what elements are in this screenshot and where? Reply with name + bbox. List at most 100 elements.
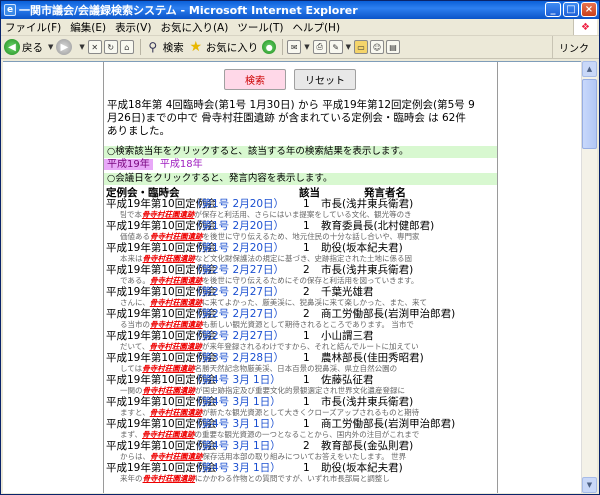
snippet-after: 名勝天然記念物厳美渓、日本百景の猊鼻渓、県立自然公園の bbox=[194, 364, 398, 373]
hit-count: 1 bbox=[303, 352, 310, 364]
speaker-name: 市長(浅井東兵衛君) bbox=[321, 264, 414, 276]
home-icon[interactable]: ⌂ bbox=[119, 40, 134, 54]
meeting-date-link[interactable]: （第4号 3月 1日） bbox=[191, 418, 281, 430]
hit-count: 2 bbox=[303, 440, 310, 452]
snippet-after: を後世に守り伝えるためにその保存と利活用を図っていきます。 bbox=[202, 276, 419, 285]
result-snippet: 来年の骨寺村荘園遺跡にかかわる作物との質問ですが、いずれ市長部局と調整し bbox=[106, 474, 496, 484]
menu-edit[interactable]: 編集(E) bbox=[70, 20, 106, 35]
hit-count: 1 bbox=[303, 220, 310, 232]
meeting-date-link[interactable]: （第3号 2月28日） bbox=[191, 352, 284, 364]
meeting-date-link[interactable]: （第4号 3月 1日） bbox=[191, 374, 281, 386]
snippet-after: が来年登録されるわけですから、それと結んでルートに加えてい bbox=[201, 342, 419, 351]
speaker-name: 商工労働部長(岩渕甲治郎君) bbox=[321, 308, 456, 320]
year-link-h19[interactable]: 平成19年 bbox=[104, 159, 153, 170]
folder-icon[interactable]: ▭ bbox=[354, 40, 369, 54]
refresh-icon[interactable]: ↻ bbox=[103, 40, 118, 54]
media-icon[interactable]: ● bbox=[262, 40, 277, 54]
hit-count: 2 bbox=[303, 264, 310, 276]
back-arrow-icon: ◀ bbox=[4, 39, 20, 55]
speaker-name: 市長(浅井東兵衛君) bbox=[321, 198, 414, 210]
speaker-name: 市長(浅井東兵衛君) bbox=[321, 396, 414, 408]
hit-count: 1 bbox=[303, 330, 310, 342]
snippet-before: さんに、 bbox=[120, 298, 150, 307]
meeting-date-link[interactable]: （第4号 3月 1日） bbox=[191, 462, 281, 474]
snippet-after: が新たな観光資源として大きくクローズアップされるものと期待 bbox=[202, 408, 420, 417]
snippet-before: 本来は bbox=[120, 254, 143, 263]
mail-icon[interactable]: ✉ bbox=[287, 40, 302, 54]
scroll-down-icon[interactable]: ▼ bbox=[582, 477, 597, 493]
hit-count: 1 bbox=[303, 418, 310, 430]
research-icon[interactable]: ▤ bbox=[386, 40, 401, 54]
meeting-date-link[interactable]: （第4号 3月 1日） bbox=[191, 440, 281, 452]
snippet-keyword: 骨寺村荘園遺跡 bbox=[149, 342, 202, 351]
meeting-date-link[interactable]: （第2号 2月27日） bbox=[191, 286, 284, 298]
minimize-button[interactable]: _ bbox=[545, 2, 561, 17]
mail-dropdown-icon[interactable]: ▼ bbox=[304, 43, 309, 51]
meeting-date-link[interactable]: （第4号 3月 1日） bbox=[191, 396, 281, 408]
meeting-date-link[interactable]: （第2号 2月27日） bbox=[191, 264, 284, 276]
stop-icon[interactable]: ✕ bbox=[87, 40, 102, 54]
window-controls: _ □ × bbox=[545, 2, 597, 17]
vertical-scrollbar[interactable]: ▲ ▼ bbox=[581, 61, 597, 493]
meeting-date-link[interactable]: （第1号 2月20日） bbox=[191, 242, 284, 254]
edit-dropdown-icon[interactable]: ▼ bbox=[346, 43, 351, 51]
search-submit-button[interactable]: 検索 bbox=[224, 69, 286, 90]
print-icon[interactable]: ⎙ bbox=[312, 40, 327, 54]
menu-help[interactable]: ヘルプ(H) bbox=[292, 20, 340, 35]
snippet-after: に来てよかった、厳美渓に、猊鼻渓に来て楽しかった、また、来て bbox=[202, 298, 428, 307]
snippet-before: 来年の bbox=[120, 474, 143, 483]
snippet-before: である。 bbox=[120, 276, 150, 285]
snippet-keyword: 骨寺村荘園遺跡 bbox=[142, 386, 196, 395]
snippet-keyword: 骨寺村荘園遺跡 bbox=[149, 408, 203, 417]
year-links: 平成19年 平成18年 bbox=[104, 159, 203, 171]
links-label[interactable]: リンク bbox=[552, 36, 599, 59]
favorites-button[interactable]: ★ お気に入り bbox=[188, 39, 259, 55]
snippet-before: 팀で本 bbox=[120, 210, 142, 219]
meeting-date-link[interactable]: （第2号 2月27日） bbox=[191, 308, 284, 320]
speaker-name: 教育委員長(北村健郎君) bbox=[321, 220, 435, 232]
snippet-keyword: 骨寺村荘園遺跡 bbox=[150, 232, 203, 241]
toolbar-separator bbox=[139, 39, 141, 55]
result-row: 平成19年第10回定例会 （第4号 3月 1日） 1 市長(浅井東兵衛君) bbox=[106, 396, 496, 408]
reset-button[interactable]: リセット bbox=[294, 69, 356, 90]
meeting-date-link[interactable]: （第1号 2月20日） bbox=[191, 220, 284, 232]
snippet-keyword: 骨寺村荘園遺跡 bbox=[150, 320, 203, 329]
edit-icon[interactable]: ✎ bbox=[328, 40, 343, 54]
result-snippet: からは、骨寺村荘園遺跡保存活用本部の取り組みについてお答えをいたします。 世界 bbox=[106, 452, 496, 462]
result-snippet: しては骨寺村荘園遺跡名勝天然記念物厳美渓、日本百景の猊鼻渓、県立自然公園の bbox=[106, 364, 496, 374]
close-button[interactable]: × bbox=[581, 2, 597, 17]
back-dropdown-icon[interactable]: ▼ bbox=[48, 43, 53, 51]
meeting-date-link[interactable]: （第1号 2月20日） bbox=[191, 198, 284, 210]
windows-logo-icon: ❖ bbox=[573, 19, 597, 35]
maximize-button[interactable]: □ bbox=[563, 2, 579, 17]
snippet-keyword: 骨寺村荘園遺跡 bbox=[141, 430, 195, 439]
forward-button[interactable]: ▶ bbox=[56, 39, 74, 55]
result-row: 平成19年第10回定例会 （第4号 3月 1日） 2 教育部長(金弘則君) bbox=[106, 440, 496, 452]
results-header: 定例会・臨時会 該当 発言者名 bbox=[106, 185, 496, 199]
menu-file[interactable]: ファイル(F) bbox=[5, 20, 61, 35]
hit-count: 1 bbox=[303, 242, 310, 254]
back-button[interactable]: ◀ 戻る bbox=[4, 39, 43, 55]
year-link-h18[interactable]: 平成18年 bbox=[160, 159, 203, 170]
menu-favorites[interactable]: お気に入り(A) bbox=[160, 20, 228, 35]
scroll-up-icon[interactable]: ▲ bbox=[582, 61, 597, 77]
messenger-icon[interactable]: ☺ bbox=[370, 40, 385, 54]
search-button[interactable]: ⚲ 検索 bbox=[145, 39, 183, 55]
snippet-after: も新しい観光資源として期待されるところであります。 当市で bbox=[202, 320, 414, 329]
snippet-keyword: 骨寺村荘園遺跡 bbox=[150, 452, 203, 461]
snippet-after: 保存活用本部の取り組みについてお答えをいたします。 世界 bbox=[202, 452, 407, 461]
menu-view[interactable]: 表示(V) bbox=[115, 20, 151, 35]
forward-dropdown-icon[interactable]: ▼ bbox=[79, 43, 84, 51]
result-snippet: さんに、骨寺村荘園遺跡に来てよかった、厳美渓に、猊鼻渓に来て楽しかった、また、来… bbox=[106, 298, 496, 308]
hit-count: 2 bbox=[303, 308, 310, 320]
result-row: 平成19年第10回定例会 （第4号 3月 1日） 1 助役(坂本紀夫君) bbox=[106, 462, 496, 474]
speaker-name: 教育部長(金弘則君) bbox=[321, 440, 414, 452]
forward-arrow-icon: ▶ bbox=[56, 39, 73, 55]
menu-tools[interactable]: ツール(T) bbox=[237, 20, 283, 35]
meeting-date-link[interactable]: （第2号 2月27日） bbox=[191, 330, 284, 342]
snippet-after: が国史跡指定及び重要文化的景観選定され世界文化遺産登録に bbox=[195, 386, 405, 395]
result-row: 平成19年第10回定例会 （第2号 2月27日） 2 市長(浅井東兵衛君) bbox=[106, 264, 496, 276]
scroll-thumb[interactable] bbox=[582, 79, 597, 149]
hit-count: 1 bbox=[303, 374, 310, 386]
snippet-after: を後世に守り伝えるため、地元住民の十分な話し合いや、専門家 bbox=[202, 232, 420, 241]
